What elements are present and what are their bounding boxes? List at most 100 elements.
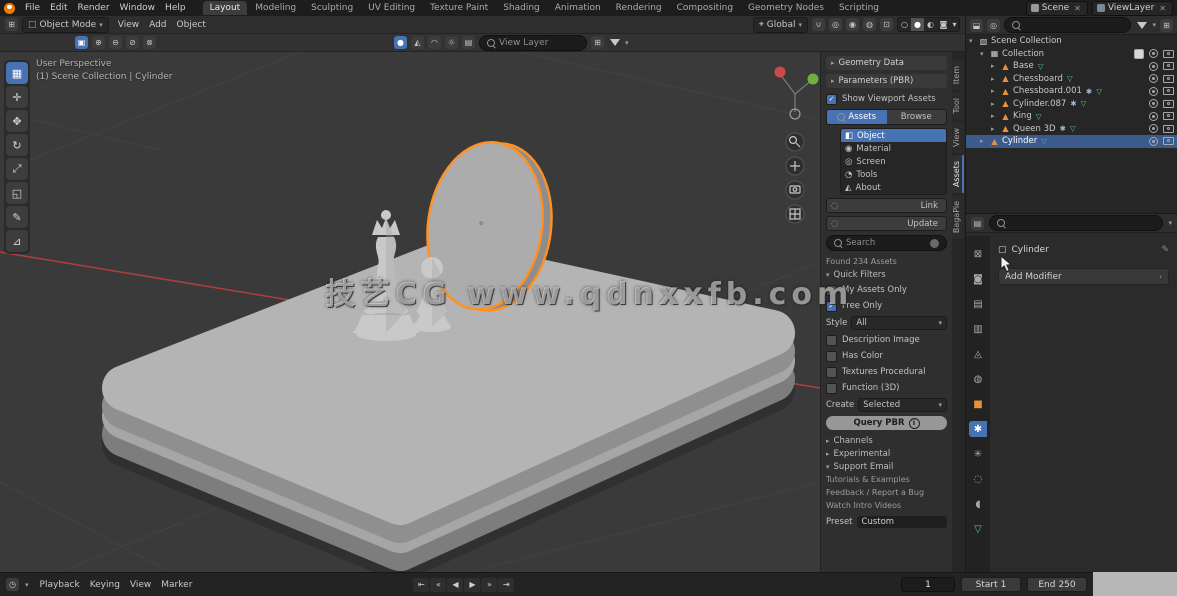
- pin-icon[interactable]: ✎: [1161, 245, 1169, 255]
- support-link[interactable]: Tutorials & Examples: [826, 473, 947, 486]
- select-mode-extend-icon[interactable]: ⊕: [92, 36, 105, 49]
- cursor-tool[interactable]: ✛: [6, 86, 28, 108]
- add-modifier-button[interactable]: Add Modifier ›: [998, 268, 1169, 285]
- list-item-object[interactable]: ◧Object: [841, 129, 946, 142]
- blender-logo-icon[interactable]: [4, 3, 15, 14]
- prev-keyframe-button[interactable]: «: [430, 578, 446, 592]
- filter-has-color[interactable]: Has Color: [826, 349, 947, 363]
- properties-tab-output[interactable]: ▤: [969, 296, 987, 312]
- transform-tool[interactable]: ◱: [6, 182, 28, 204]
- editor-type-icon[interactable]: ⊞: [5, 18, 18, 31]
- play-reverse-button[interactable]: ◀: [447, 578, 463, 592]
- disable-render-toggle-icon[interactable]: [1163, 137, 1174, 145]
- viewlayer-remove-icon[interactable]: ✕: [1157, 4, 1168, 13]
- link-button[interactable]: ◌Link: [826, 198, 947, 213]
- properties-tab-object-data[interactable]: ▽: [969, 521, 987, 537]
- hide-viewport-toggle-icon[interactable]: [1149, 62, 1158, 71]
- expand-caret-icon[interactable]: ▸: [980, 137, 989, 145]
- properties-tab-render[interactable]: ◙: [969, 271, 987, 287]
- properties-tab-scene[interactable]: ◬: [969, 346, 987, 362]
- overlays-toggle-icon[interactable]: ◍: [863, 18, 876, 31]
- tab-layout[interactable]: Layout: [203, 1, 248, 15]
- visibility-mesh-icon[interactable]: ◭: [411, 36, 424, 49]
- snap-magnet-icon[interactable]: ∪: [812, 18, 825, 31]
- expand-caret-icon[interactable]: ▾: [980, 50, 989, 58]
- hide-viewport-toggle-icon[interactable]: [1149, 99, 1158, 108]
- tab-texture-paint[interactable]: Texture Paint: [423, 1, 495, 15]
- viewlayer-selector[interactable]: ViewLayer ✕: [1092, 1, 1173, 16]
- menu-help[interactable]: Help: [160, 2, 191, 14]
- tab-rendering[interactable]: Rendering: [609, 1, 669, 15]
- tab-scripting[interactable]: Scripting: [832, 1, 886, 15]
- disable-render-toggle-icon[interactable]: [1163, 112, 1174, 120]
- outliner-row-chessboard[interactable]: ▸▲Chessboard▽: [966, 73, 1177, 86]
- filter-function-3d-[interactable]: Function (3D): [826, 381, 947, 395]
- properties-tab-tool[interactable]: ⊠: [969, 246, 987, 262]
- viewport-menu-view[interactable]: View: [113, 19, 144, 31]
- menu-window[interactable]: Window: [115, 2, 161, 14]
- menu-file[interactable]: File: [20, 2, 45, 14]
- list-item-tools[interactable]: ◔Tools: [841, 168, 946, 181]
- outliner-options-icon[interactable]: ⊞: [1160, 19, 1173, 32]
- expand-caret-icon[interactable]: ▾: [969, 37, 978, 45]
- tab-compositing[interactable]: Compositing: [670, 1, 740, 15]
- panel-parameters[interactable]: ▸ Parameters (PBR): [826, 74, 947, 88]
- preset-value[interactable]: Custom: [857, 516, 947, 528]
- shading-material-icon[interactable]: ◐: [924, 18, 937, 31]
- preset-field[interactable]: Preset Custom: [826, 515, 947, 529]
- create-select[interactable]: Create Selected▾: [826, 398, 947, 412]
- shading-rendered-icon[interactable]: ◙: [937, 18, 950, 31]
- shading-wireframe-icon[interactable]: ○: [898, 18, 911, 31]
- scale-tool[interactable]: ⤢: [6, 158, 28, 180]
- filter-description-image[interactable]: Description Image: [826, 333, 947, 347]
- timeline-menu-keying[interactable]: Keying: [85, 579, 125, 591]
- outliner-filter-icon[interactable]: ◎: [987, 19, 1000, 32]
- options-dot-icon[interactable]: ▾: [1168, 219, 1172, 227]
- select-mode-intersect-icon[interactable]: ⊗: [143, 36, 156, 49]
- expand-caret-icon[interactable]: ▸: [991, 75, 1000, 83]
- timeline-menu-marker[interactable]: Marker: [156, 579, 197, 591]
- proportional-edit-icon[interactable]: ◎: [829, 18, 842, 31]
- outliner-row-cylinder-087[interactable]: ▸▲Cylinder.087✱▽: [966, 98, 1177, 111]
- viewport-menu-object[interactable]: Object: [172, 19, 211, 31]
- update-button[interactable]: ◌Update: [826, 216, 947, 231]
- select-mode-new-icon[interactable]: ▣: [75, 36, 88, 49]
- panel-geometry-data[interactable]: ▸ Geometry Data: [826, 56, 947, 70]
- hide-viewport-toggle-icon[interactable]: [1149, 124, 1158, 133]
- outliner-row-scene-collection[interactable]: ▾▧Scene Collection: [966, 35, 1177, 48]
- properties-tab-particles[interactable]: ✳: [969, 446, 987, 462]
- hide-viewport-toggle-icon[interactable]: [1149, 87, 1158, 96]
- disable-render-toggle-icon[interactable]: [1163, 62, 1174, 70]
- timeline-menu-playback[interactable]: Playback: [35, 579, 85, 591]
- jump-to-end-button[interactable]: ⇥: [498, 578, 514, 592]
- viewport-search-input[interactable]: View Layer: [479, 35, 587, 51]
- frame-end-field[interactable]: End 250: [1027, 577, 1087, 592]
- hide-viewport-toggle-icon[interactable]: [1149, 137, 1158, 146]
- avatar-icon[interactable]: [930, 239, 939, 248]
- viewport-menu-add[interactable]: Add: [144, 19, 171, 31]
- exclude-collection-checkbox[interactable]: [1134, 49, 1144, 59]
- tab-geometry-nodes[interactable]: Geometry Nodes: [741, 1, 831, 15]
- outliner-funnel-icon[interactable]: [1135, 19, 1148, 32]
- jump-to-start-button[interactable]: ⇤: [413, 578, 429, 592]
- sidebar-tab-tool[interactable]: Tool: [952, 92, 964, 120]
- move-tool[interactable]: ✥: [6, 110, 28, 132]
- disable-render-toggle-icon[interactable]: [1163, 125, 1174, 133]
- properties-tab-world[interactable]: ◍: [969, 371, 987, 387]
- properties-tab-object[interactable]: ■: [969, 396, 987, 412]
- breadcrumb-object-name[interactable]: Cylinder: [1012, 245, 1049, 255]
- select-mode-invert-icon[interactable]: ⊘: [126, 36, 139, 49]
- list-item-material[interactable]: ◉Material: [841, 142, 946, 155]
- rotate-tool[interactable]: ↻: [6, 134, 28, 156]
- asset-search-input[interactable]: Search: [826, 235, 947, 251]
- transform-orientation-dropdown[interactable]: ⌖ Global ▾: [753, 17, 808, 33]
- hide-viewport-toggle-icon[interactable]: [1149, 112, 1158, 121]
- scene-new-icon[interactable]: ✕: [1072, 4, 1083, 13]
- visibility-camera-icon[interactable]: ▤: [462, 36, 475, 49]
- outliner-search-input[interactable]: [1004, 17, 1131, 33]
- tab-shading[interactable]: Shading: [496, 1, 547, 15]
- tab-uv-editing[interactable]: UV Editing: [361, 1, 422, 15]
- properties-search-input[interactable]: [989, 215, 1163, 231]
- disable-render-toggle-icon[interactable]: [1163, 87, 1174, 95]
- annotate-tool[interactable]: ✎: [6, 206, 28, 228]
